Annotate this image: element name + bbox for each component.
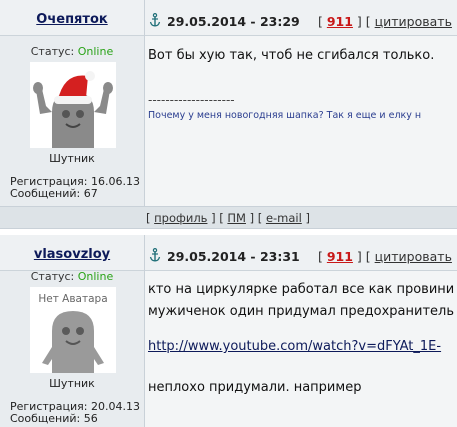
avatar[interactable]: Нет Аватара [30, 287, 116, 373]
user-status: Статус: Online [0, 270, 144, 283]
santa-hat-avatar-icon [30, 62, 116, 148]
signature-divider: -------------------- [148, 93, 235, 107]
profile-link[interactable]: профиль [154, 211, 207, 225]
author-name-link[interactable]: Очепяток [0, 12, 144, 27]
post-2: vlasovzloy Статус: Online Нет Аватара Шу… [0, 229, 457, 427]
avatar-caption: Нет Аватара [38, 293, 108, 305]
post-links: [ 911 ] [ цитировать ] [318, 249, 457, 264]
post-meta-bar: 29.05.2014 - 23:29 [ 911 ] [ цитировать … [145, 0, 457, 36]
post-number-link[interactable]: 911 [327, 249, 353, 264]
anchor-icon[interactable] [149, 13, 161, 27]
status-label: Статус: [30, 270, 78, 283]
post-1: Очепяток Статус: Online Шутник Регистрац… [0, 0, 457, 229]
post-content-panel: 29.05.2014 - 23:31 [ 911 ] [ цитировать … [145, 235, 457, 427]
post-text-line: Вот бы хую так, чтоб не сгибался только. [148, 48, 435, 63]
post-date: 29.05.2014 - 23:29 [167, 14, 300, 29]
status-label: Статус: [30, 45, 78, 58]
author-name-bar: Очепяток [0, 0, 144, 36]
user-rank: Шутник [49, 152, 95, 165]
quote-button[interactable]: цитировать [375, 14, 452, 29]
user-message-count: Сообщений: 56 [10, 412, 98, 425]
status-online: Online [77, 270, 114, 283]
post-author-panel: Очепяток Статус: Online Шутник Регистрац… [0, 0, 145, 229]
post-links: [ 911 ] [ цитировать ] [318, 14, 457, 29]
anchor-icon[interactable] [149, 248, 161, 262]
signature-text: Почему у меня новогодняя шапка? Так я ещ… [148, 110, 422, 121]
avatar[interactable] [30, 62, 116, 148]
post-date: 29.05.2014 - 23:31 [167, 249, 300, 264]
status-online: Online [77, 45, 114, 58]
youtube-link[interactable]: http://www.youtube.com/watch?v=dFYAt_1E- [148, 339, 441, 354]
post-meta-bar: 29.05.2014 - 23:31 [ 911 ] [ цитировать … [145, 235, 457, 271]
post-content-panel: 29.05.2014 - 23:29 [ 911 ] [ цитировать … [145, 0, 457, 229]
email-link[interactable]: e-mail [266, 211, 302, 225]
user-status: Статус: Online [0, 45, 144, 58]
pm-link[interactable]: ПМ [227, 211, 246, 225]
post-text-line: кто на циркулярке работал все как провин… [148, 282, 455, 297]
post-number-link[interactable]: 911 [327, 14, 353, 29]
user-rank: Шутник [49, 377, 95, 390]
post-footer-bar: [ профиль ] [ ПМ ] [ e-mail ] [0, 206, 457, 229]
user-message-count: Сообщений: 67 [10, 187, 98, 200]
author-name-bar: vlasovzloy [0, 235, 144, 271]
quote-button[interactable]: цитировать [375, 249, 452, 264]
author-name-link[interactable]: vlasovzloy [0, 247, 144, 262]
post-text-line: мужиченок один придумал предохранитель д [148, 304, 457, 319]
post-author-panel: vlasovzloy Статус: Online Нет Аватара Шу… [0, 235, 145, 427]
post-text-line: неплохо придумали. например [148, 380, 362, 395]
post-footer-links: [ профиль ] [ ПМ ] [ e-mail ] [146, 211, 310, 225]
